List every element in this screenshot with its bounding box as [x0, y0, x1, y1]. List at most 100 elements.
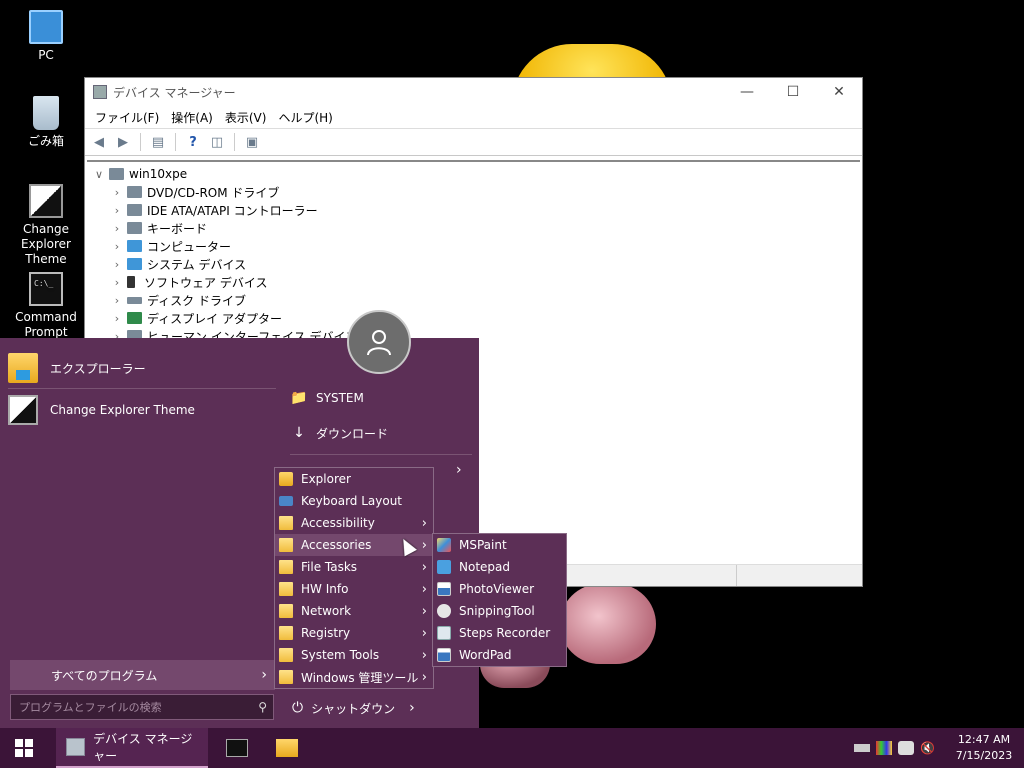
programs-submenu: Explorer Keyboard Layout Accessibility ›… [274, 467, 434, 689]
display-adapter-icon [127, 312, 142, 324]
accessory-item-photoviewer[interactable]: PhotoViewer [433, 578, 566, 600]
chevron-right-icon[interactable]: › [109, 240, 125, 253]
chevron-right-icon[interactable]: › [109, 204, 125, 217]
scissors-icon [437, 604, 451, 618]
desktop-icon-command-prompt[interactable]: Command Prompt [1, 272, 91, 340]
tree-item-label: キーボード [147, 221, 208, 236]
pinned-explorer[interactable]: エクスプローラー [8, 348, 276, 388]
chevron-down-icon[interactable]: ∨ [91, 168, 107, 181]
taskbar-app-command-prompt[interactable] [216, 728, 266, 768]
accessory-item-steps-recorder[interactable]: Steps Recorder [433, 622, 566, 644]
program-label: Keyboard Layout [301, 494, 403, 508]
chevron-right-icon[interactable]: › [109, 276, 125, 289]
menu-view[interactable]: 表示(V) [219, 109, 273, 126]
tree-item[interactable]: › ソフトウェア デバイス [87, 273, 860, 291]
all-programs-label: すべてのプログラム [51, 668, 158, 683]
chevron-right-icon[interactable]: › [109, 312, 125, 325]
menu-file[interactable]: ファイル(F) [89, 109, 165, 126]
accessory-label: PhotoViewer [459, 582, 535, 596]
tree-item[interactable]: › ディスプレイ アダプター [87, 309, 860, 327]
program-item-file-tasks[interactable]: File Tasks › [275, 556, 433, 578]
pinned-label: Change Explorer Theme [50, 403, 195, 417]
program-item-hw-info[interactable]: HW Info › [275, 578, 433, 600]
minimize-button[interactable]: — [724, 78, 770, 106]
speaker-muted-icon[interactable]: 🔇 [920, 741, 935, 755]
program-item-system-tools[interactable]: System Tools › [275, 644, 433, 666]
safely-remove-icon[interactable] [898, 741, 915, 755]
program-item-network[interactable]: Network › [275, 600, 433, 622]
chevron-right-icon: › [421, 537, 427, 553]
recycle-bin-icon [33, 96, 59, 130]
tree-item[interactable]: › キーボード [87, 219, 860, 237]
folder-icon [279, 648, 293, 662]
accessory-label: SnippingTool [459, 604, 535, 618]
color-icon[interactable] [876, 741, 893, 755]
program-item-registry[interactable]: Registry › [275, 622, 433, 644]
desktop-icon-recycle-bin[interactable]: ごみ箱 [1, 96, 91, 149]
properties-icon[interactable]: ▤ [148, 132, 168, 152]
start-right-system[interactable]: 📁 SYSTEM [290, 382, 364, 414]
chevron-right-icon: › [421, 515, 427, 531]
folder-icon [279, 560, 293, 574]
accessory-item-wordpad[interactable]: WordPad [433, 644, 566, 666]
chevron-right-icon[interactable]: › [409, 700, 415, 716]
keyboard-icon[interactable] [854, 744, 871, 752]
user-avatar[interactable] [347, 310, 411, 374]
tree-item[interactable]: › IDE ATA/ATAPI コントローラー [87, 201, 860, 219]
tree-item[interactable]: › システム デバイス [87, 255, 860, 273]
scan-hardware-icon[interactable]: ▣ [242, 132, 262, 152]
search-input[interactable]: プログラムとファイルの検索 ⚲ [10, 694, 274, 720]
menu-help[interactable]: ヘルプ(H) [272, 109, 338, 126]
toolbar-separator [175, 133, 176, 151]
folder-icon [279, 538, 293, 552]
accessory-item-mspaint[interactable]: MSPaint [433, 534, 566, 556]
divider [8, 388, 276, 389]
chevron-right-icon[interactable]: › [109, 186, 125, 199]
program-item-windows-admin-tools[interactable]: Windows 管理ツール › [275, 666, 433, 688]
tree-item[interactable]: › コンピューター [87, 237, 860, 255]
tree-item[interactable]: › ディスク ドライブ [87, 291, 860, 309]
desktop-icon-pc[interactable]: PC [1, 10, 91, 63]
program-item-accessibility[interactable]: Accessibility › [275, 512, 433, 534]
chevron-right-icon[interactable]: › [109, 294, 125, 307]
tree-item-label: IDE ATA/ATAPI コントローラー [147, 203, 318, 218]
accessory-item-notepad[interactable]: Notepad [433, 556, 566, 578]
panel-icon[interactable]: ◫ [207, 132, 227, 152]
close-button[interactable]: ✕ [816, 78, 862, 106]
chevron-right-icon[interactable]: › [109, 222, 125, 235]
program-item-explorer[interactable]: Explorer [275, 468, 433, 490]
start-button[interactable] [0, 728, 48, 768]
chevron-right-icon: › [421, 559, 427, 575]
tree-item[interactable]: › DVD/CD-ROM ドライブ [87, 183, 860, 201]
theme-icon [8, 395, 38, 425]
taskbar: デバイス マネージャー 🔇 12:47 AM 7/15/2023 [0, 728, 1024, 768]
start-right-downloads[interactable]: ↓ ダウンロード [290, 417, 388, 449]
desktop-icon-change-explorer-theme[interactable]: Change Explorer Theme [1, 184, 91, 267]
back-arrow-icon[interactable]: ◀ [89, 132, 109, 152]
all-programs-button[interactable]: すべてのプログラム › [10, 660, 275, 690]
start-right-label: SYSTEM [316, 391, 364, 405]
notepad-icon [437, 560, 451, 574]
folder-icon [279, 516, 293, 530]
accessory-item-snippingtool[interactable]: SnippingTool [433, 600, 566, 622]
maximize-button[interactable]: ☐ [770, 78, 816, 106]
taskbar-app-device-manager[interactable]: デバイス マネージャー [56, 728, 208, 768]
user-folder-icon: 📁 [290, 390, 308, 406]
chevron-right-icon[interactable]: › [456, 462, 462, 478]
title-bar[interactable]: デバイス マネージャー — ☐ ✕ [85, 78, 862, 106]
tree-item-label: ディスプレイ アダプター [147, 311, 282, 326]
pinned-change-explorer-theme[interactable]: Change Explorer Theme [8, 390, 276, 430]
tree-root[interactable]: ∨ win10xpe [87, 165, 860, 183]
menu-action[interactable]: 操作(A) [165, 109, 219, 126]
taskbar-app-explorer[interactable] [266, 728, 316, 768]
clock[interactable]: 12:47 AM 7/15/2023 [944, 732, 1024, 764]
search-icon[interactable]: ⚲ [258, 700, 267, 714]
folder-icon [279, 604, 293, 618]
shutdown-button[interactable]: ⏻ シャットダウン › [292, 694, 415, 722]
program-label: File Tasks [301, 560, 358, 574]
accessory-label: Notepad [459, 560, 510, 574]
program-item-keyboard-layout[interactable]: Keyboard Layout [275, 490, 433, 512]
help-icon[interactable]: ? [183, 132, 203, 152]
chevron-right-icon[interactable]: › [109, 258, 125, 271]
forward-arrow-icon[interactable]: ▶ [113, 132, 133, 152]
